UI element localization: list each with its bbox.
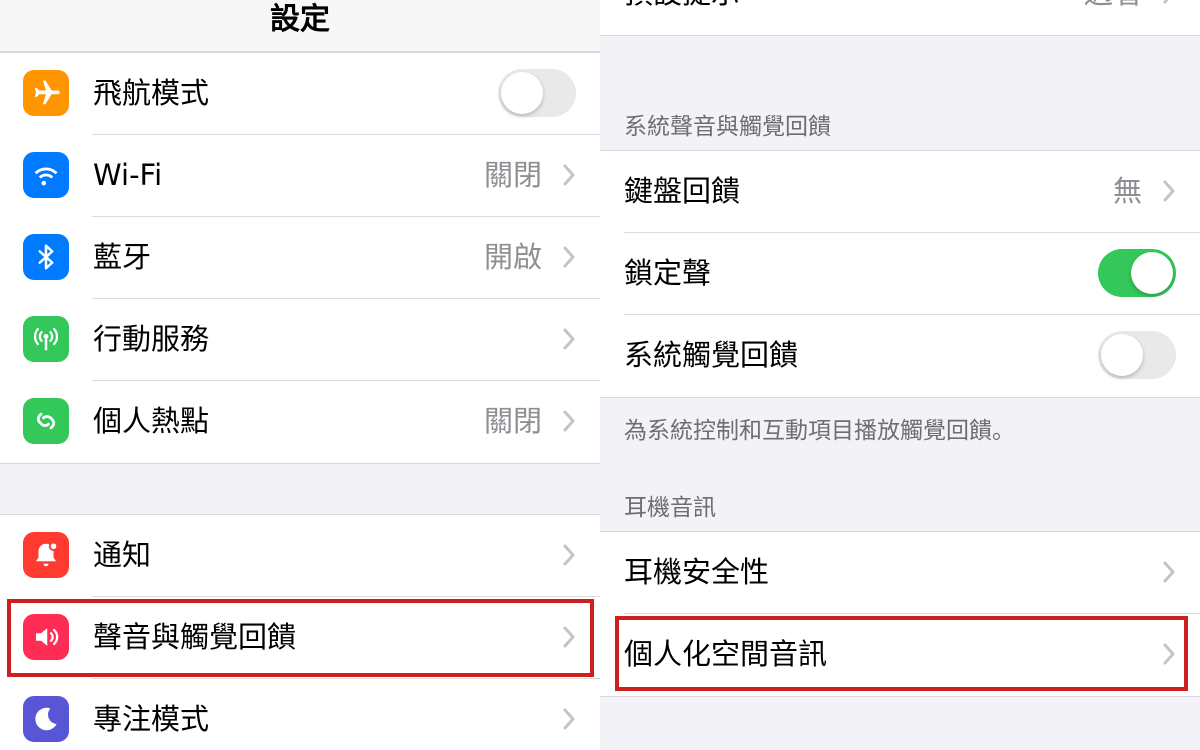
lock-sound-toggle[interactable] (1098, 249, 1176, 297)
settings-row-label: 聲音與觸覺回饋 (93, 620, 297, 654)
settings-row-label: 鎖定聲 (624, 256, 712, 290)
settings-row-hotspot[interactable]: 個人熱點 關閉 (0, 381, 600, 463)
settings-row-airplane-mode[interactable]: 飛航模式 (0, 53, 600, 135)
chevron-right-icon (563, 246, 575, 268)
chevron-right-icon (1163, 643, 1175, 665)
speaker-icon (23, 614, 69, 660)
wifi-icon (23, 152, 69, 198)
chevron-right-icon (563, 328, 575, 350)
bluetooth-icon (23, 234, 69, 280)
settings-row-default-alerts[interactable]: 預設提示 過看 (600, 0, 1200, 35)
settings-row-lock-sound: 鎖定聲 (600, 233, 1200, 315)
settings-group-top: 預設提示 過看 (600, 0, 1200, 36)
sounds-haptics-panel: 預設提示 過看 系統聲音與觸覺回饋 鍵盤回饋 無 鎖定聲 系統觸覺回饋 為系統控… (600, 0, 1200, 750)
settings-row-label: 個人熱點 (93, 404, 210, 438)
settings-row-system-haptics: 系統觸覺回饋 (600, 315, 1200, 397)
settings-row-sounds-haptics[interactable]: 聲音與觸覺回饋 (0, 597, 600, 679)
hotspot-icon (23, 398, 69, 444)
settings-row-wifi[interactable]: Wi-Fi 關閉 (0, 135, 600, 217)
settings-row-bluetooth[interactable]: 藍牙 開啟 (0, 217, 600, 299)
wifi-status-value: 關閉 (483, 158, 542, 192)
chevron-right-icon (563, 708, 575, 730)
settings-row-label: 鍵盤回饋 (624, 174, 741, 208)
toggle-knob (501, 72, 543, 114)
settings-row-label: 飛航模式 (93, 76, 210, 110)
default-alerts-value: 過看 (1084, 0, 1142, 13)
chevron-right-icon (563, 544, 575, 566)
chevron-right-icon (563, 626, 575, 648)
navigation-bar: 設定 (0, 0, 600, 52)
hotspot-status-value: 關閉 (483, 404, 542, 438)
chevron-right-icon (1163, 0, 1169, 4)
moon-icon (23, 696, 69, 742)
settings-group-system-sounds: 鍵盤回饋 無 鎖定聲 系統觸覺回饋 (600, 150, 1200, 398)
settings-row-label: Wi-Fi (93, 158, 163, 192)
page-title: 設定 (270, 2, 330, 37)
section-header-headphone-audio: 耳機音訊 (624, 495, 716, 521)
cellular-icon (23, 316, 69, 362)
airplane-mode-toggle[interactable] (498, 69, 576, 117)
system-haptics-toggle[interactable] (1098, 331, 1176, 379)
section-footer-note: 為系統控制和互動項目播放觸覺回饋。 (624, 418, 1015, 444)
chevron-right-icon (1163, 561, 1175, 583)
settings-row-label: 耳機安全性 (624, 555, 770, 589)
chevron-right-icon (563, 410, 575, 432)
settings-row-label: 專注模式 (93, 702, 210, 736)
settings-row-label: 系統觸覺回饋 (624, 338, 799, 372)
settings-row-cellular[interactable]: 行動服務 (0, 299, 600, 381)
settings-row-personalized-spatial-audio[interactable]: 個人化空間音訊 (600, 614, 1200, 696)
keyboard-feedback-value: 無 (1112, 174, 1142, 208)
settings-row-label: 行動服務 (93, 322, 210, 356)
settings-group-headphone-audio: 耳機安全性 個人化空間音訊 (600, 531, 1200, 697)
settings-row-label: 預設提示 (624, 0, 740, 13)
settings-panel: 設定 飛航模式 Wi-Fi 關閉 藍牙 開啟 行動服務 個人熱點 關閉 通知 聲… (0, 0, 600, 750)
settings-row-focus[interactable]: 專注模式 (0, 679, 600, 750)
settings-row-label: 個人化空間音訊 (624, 637, 828, 671)
toggle-knob (1131, 252, 1173, 294)
settings-row-keyboard-feedback[interactable]: 鍵盤回饋 無 (600, 151, 1200, 233)
settings-row-label: 藍牙 (93, 240, 152, 274)
bell-icon (23, 532, 69, 578)
settings-row-headphone-safety[interactable]: 耳機安全性 (600, 532, 1200, 614)
toggle-knob (1101, 334, 1143, 376)
chevron-right-icon (563, 164, 575, 186)
chevron-right-icon (1163, 180, 1175, 202)
settings-row-notifications[interactable]: 通知 (0, 515, 600, 597)
settings-group-connectivity: 飛航模式 Wi-Fi 關閉 藍牙 開啟 行動服務 個人熱點 關閉 (0, 52, 600, 464)
settings-row-label: 通知 (93, 538, 152, 572)
section-header-system-sounds: 系統聲音與觸覺回饋 (624, 114, 831, 140)
settings-group-notifications: 通知 聲音與觸覺回饋 專注模式 (0, 514, 600, 750)
bluetooth-status-value: 開啟 (483, 240, 542, 274)
airplane-icon (23, 70, 69, 116)
